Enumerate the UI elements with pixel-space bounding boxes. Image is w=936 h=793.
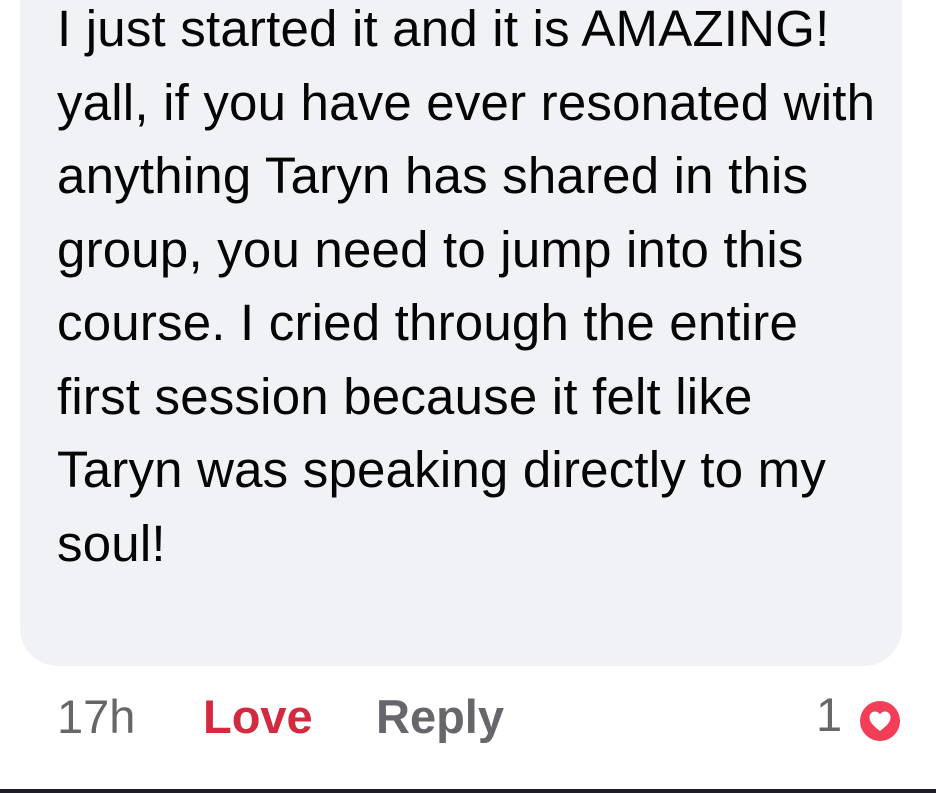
reply-button[interactable]: Reply [376,682,504,752]
love-reaction-button[interactable]: Love [203,682,313,752]
heart-love-icon-circle [860,701,900,741]
comment-text: I just started it and it is AMAZING! yal… [57,0,876,572]
comment-timestamp[interactable]: 17h [57,682,135,752]
bottom-divider [0,789,936,793]
heart-icon [869,711,891,731]
reaction-count[interactable]: 1 [816,680,842,750]
heart-love-icon[interactable] [857,698,903,744]
comment-actions: 17h Love Reply 1 [0,682,936,752]
